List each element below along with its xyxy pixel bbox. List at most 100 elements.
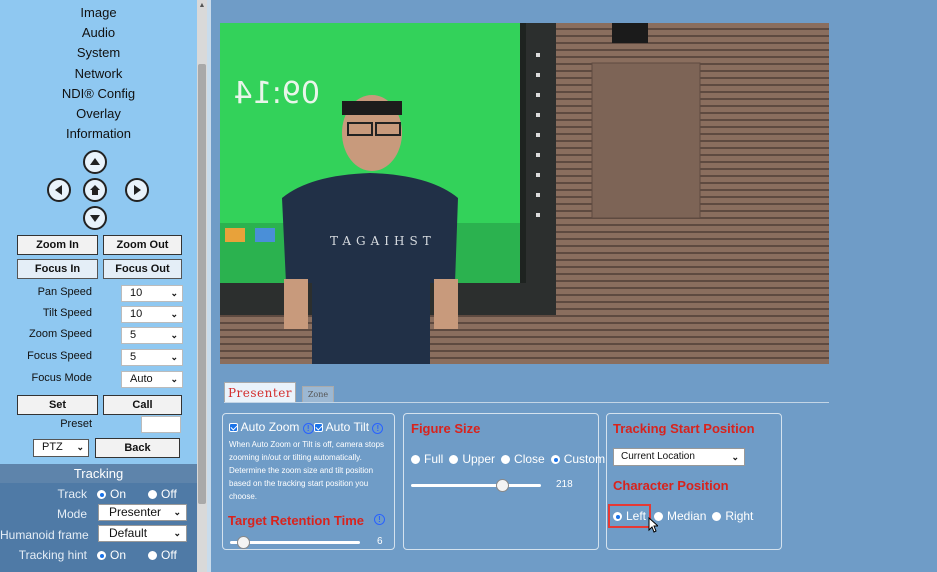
auto-description: When Auto Zoom or Tilt is off, camera st… bbox=[229, 438, 393, 503]
menu-item-network[interactable]: Network bbox=[0, 64, 197, 84]
track-on-radio[interactable]: On bbox=[97, 487, 126, 501]
scrollbar-thumb[interactable] bbox=[198, 64, 206, 504]
radio-on-icon bbox=[97, 489, 106, 499]
zoom-out-button[interactable]: Zoom Out bbox=[103, 235, 182, 255]
character-position-options: Left Median Right bbox=[607, 504, 759, 528]
figure-size-slider-thumb[interactable] bbox=[496, 479, 509, 492]
option-label: Full bbox=[424, 452, 444, 466]
focus-out-button[interactable]: Focus Out bbox=[103, 259, 182, 279]
tab-zone[interactable]: Zone bbox=[302, 386, 334, 402]
info-icon[interactable]: ! bbox=[374, 514, 385, 525]
figure-close-radio[interactable]: Close bbox=[501, 452, 545, 466]
menu-item-information[interactable]: Information bbox=[0, 124, 197, 144]
position-right-radio[interactable]: Right bbox=[712, 509, 753, 523]
humanoid-frame-select[interactable]: Default ⌄ bbox=[98, 525, 187, 542]
info-icon[interactable]: ! bbox=[302, 423, 314, 434]
hint-on-radio[interactable]: On bbox=[97, 548, 126, 562]
chevron-down-icon: ⌄ bbox=[76, 442, 84, 452]
svg-text:TAGAIHST: TAGAIHST bbox=[330, 234, 436, 248]
pan-speed-select[interactable]: 10 ⌄ bbox=[121, 285, 183, 302]
auto-tilt-checkbox[interactable]: Auto Tilt ! bbox=[314, 420, 384, 434]
figure-size-slider[interactable] bbox=[411, 484, 541, 487]
arrow-down-icon bbox=[90, 215, 100, 222]
menu-item-image[interactable]: Image bbox=[0, 3, 197, 23]
focus-in-button[interactable]: Focus In bbox=[17, 259, 98, 279]
focus-mode-label: Focus Mode bbox=[31, 372, 92, 384]
track-off-radio[interactable]: Off bbox=[148, 487, 177, 501]
figure-upper-radio[interactable]: Upper bbox=[449, 452, 495, 466]
chevron-down-icon: ⌄ bbox=[170, 309, 178, 319]
menu-item-audio[interactable]: Audio bbox=[0, 23, 197, 43]
pan-speed-value: 10 bbox=[130, 287, 143, 299]
preset-set-button[interactable]: Set bbox=[17, 395, 98, 415]
radio-off-icon bbox=[712, 511, 722, 521]
arrow-right-icon bbox=[134, 185, 141, 195]
humanoid-frame-value: Default bbox=[109, 526, 148, 540]
tracking-start-select[interactable]: Current Location ⌄ bbox=[613, 448, 745, 466]
ptz-right-button[interactable] bbox=[125, 178, 149, 202]
chevron-down-icon: ⌄ bbox=[173, 507, 181, 517]
retention-slider-thumb[interactable] bbox=[237, 536, 250, 549]
tilt-speed-select[interactable]: 10 ⌄ bbox=[121, 306, 183, 323]
ptz-home-button[interactable] bbox=[83, 178, 107, 202]
tracking-section: Track On Off Mode Presenter ⌄ Humanoid fr… bbox=[0, 483, 197, 572]
desc-line: Determine the zoom size and tilt positio… bbox=[229, 466, 374, 475]
radio-off-icon bbox=[411, 454, 420, 464]
desc-line: choose. bbox=[229, 492, 258, 501]
focus-mode-select[interactable]: Auto ⌄ bbox=[121, 371, 183, 388]
arrow-left-icon bbox=[55, 185, 62, 195]
radio-on-icon bbox=[550, 454, 560, 464]
position-left-radio[interactable]: Left bbox=[607, 504, 652, 528]
track-on-label: On bbox=[110, 487, 127, 501]
track-off-label: Off bbox=[161, 487, 177, 501]
tracking-header: Tracking bbox=[0, 464, 197, 483]
tracking-start-title: Tracking Start Position bbox=[613, 421, 755, 436]
option-label: Custom bbox=[563, 452, 606, 466]
menu-item-system[interactable]: System bbox=[0, 43, 197, 63]
ptz-up-button[interactable] bbox=[83, 150, 107, 174]
figure-custom-radio[interactable]: Custom bbox=[550, 452, 606, 466]
hint-off-radio[interactable]: Off bbox=[148, 548, 177, 562]
preset-label: Preset bbox=[60, 418, 92, 430]
menu-item-ndi-config[interactable]: NDI® Config bbox=[0, 84, 197, 104]
back-button[interactable]: Back bbox=[95, 438, 180, 458]
pan-speed-label: Pan Speed bbox=[37, 286, 92, 298]
chevron-down-icon: ⌄ bbox=[170, 374, 178, 384]
sidebar: Image Audio System Network NDI® Config O… bbox=[0, 0, 197, 572]
sidebar-scrollbar[interactable]: ▲ bbox=[197, 0, 207, 572]
checkbox-checked-icon bbox=[229, 423, 238, 432]
tracking-mode-select[interactable]: Presenter ⌄ bbox=[98, 504, 187, 521]
auto-zoom-checkbox[interactable]: Auto Zoom ! bbox=[229, 420, 314, 434]
option-label: Upper bbox=[462, 452, 496, 466]
figure-size-title: Figure Size bbox=[411, 421, 481, 436]
zoom-speed-select[interactable]: 5 ⌄ bbox=[121, 327, 183, 344]
ptz-left-button[interactable] bbox=[47, 178, 71, 202]
position-median-radio[interactable]: Median bbox=[654, 509, 706, 523]
humanoid-frame-label: Humanoid frame bbox=[0, 528, 89, 542]
preset-call-button[interactable]: Call bbox=[103, 395, 182, 415]
zoom-speed-label: Zoom Speed bbox=[29, 328, 92, 340]
option-label: Left bbox=[626, 509, 647, 523]
focus-speed-select[interactable]: 5 ⌄ bbox=[121, 349, 183, 366]
control-mode-select[interactable]: PTZ ⌄ bbox=[33, 439, 89, 457]
radio-off-icon bbox=[148, 550, 157, 560]
desc-line: zooming in/out or tilting automatically. bbox=[229, 453, 362, 462]
ptz-down-button[interactable] bbox=[83, 206, 107, 230]
zoom-in-button[interactable]: Zoom In bbox=[17, 235, 98, 255]
desc-line: When Auto Zoom or Tilt is off, camera st… bbox=[229, 440, 385, 449]
menu-item-overlay[interactable]: Overlay bbox=[0, 104, 197, 124]
radio-off-icon bbox=[449, 454, 459, 464]
control-mode-value: PTZ bbox=[42, 441, 63, 453]
figure-full-radio[interactable]: Full bbox=[411, 452, 443, 466]
arrow-up-icon bbox=[90, 158, 100, 165]
info-icon[interactable]: ! bbox=[372, 423, 384, 434]
tab-presenter[interactable]: Presenter bbox=[224, 382, 296, 402]
auto-panel: Auto Zoom ! Auto Tilt ! When Auto Zoom o… bbox=[222, 413, 395, 550]
preset-input[interactable] bbox=[141, 416, 181, 433]
zoom-speed-value: 5 bbox=[130, 329, 137, 341]
option-label: Right bbox=[725, 509, 754, 523]
figure-size-panel: Figure Size Full Upper Close Custom 218 bbox=[403, 413, 605, 550]
hint-on-label: On bbox=[110, 548, 127, 562]
mode-label: Mode bbox=[56, 507, 87, 521]
scroll-up-icon[interactable]: ▲ bbox=[198, 2, 206, 10]
